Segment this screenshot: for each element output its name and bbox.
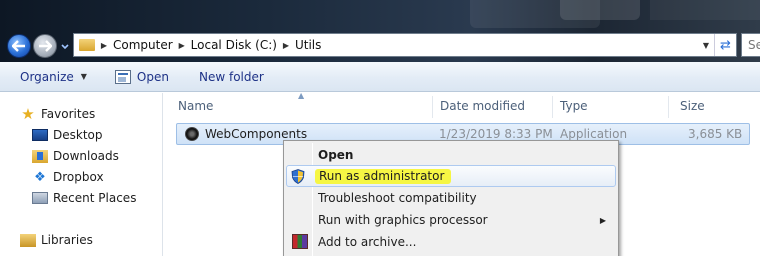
- star-icon: ★: [21, 105, 35, 123]
- file-name-cell[interactable]: WebComponents: [185, 127, 307, 141]
- new-folder-button[interactable]: New folder: [191, 66, 272, 88]
- file-date-modified: 1/23/2019 8:33 PM: [439, 127, 553, 141]
- background-window-glass: [650, 0, 760, 20]
- menu-item-run-with-graphics-processor[interactable]: Run with graphics processor ▶: [286, 209, 616, 231]
- open-button[interactable]: Open: [107, 66, 177, 88]
- refresh-button[interactable]: ⇄: [714, 34, 736, 56]
- menu-item-label: Add to archive...: [318, 235, 417, 249]
- column-header-label: Size: [680, 99, 705, 113]
- open-label: Open: [136, 69, 169, 84]
- background-window-glass: [560, 0, 640, 20]
- folder-icon: [79, 39, 95, 51]
- winrar-icon: [292, 234, 308, 249]
- dropbox-icon: ❖: [34, 169, 46, 185]
- refresh-icon: ⇄: [720, 37, 731, 53]
- nav-item-recent-places[interactable]: Recent Places: [32, 189, 136, 207]
- submenu-arrow-icon: ▶: [599, 215, 606, 225]
- file-type: Application: [560, 127, 628, 141]
- chevron-right-icon[interactable]: ▶: [277, 41, 295, 50]
- nav-item-label: Downloads: [53, 149, 119, 163]
- application-icon: [185, 127, 199, 141]
- nav-item-downloads[interactable]: Downloads: [32, 147, 119, 165]
- menu-item-label: Open: [318, 148, 354, 162]
- nav-favorites[interactable]: ★ Favorites: [20, 105, 95, 123]
- nav-item-dropbox[interactable]: ❖ Dropbox: [32, 168, 104, 186]
- uac-shield-icon: [291, 169, 305, 184]
- recent-places-icon: [32, 192, 48, 204]
- nav-libraries[interactable]: Libraries: [20, 231, 93, 249]
- context-menu: Open Run as administrator Troubleshoot c…: [283, 140, 619, 256]
- desktop-icon: [32, 129, 48, 141]
- file-size: 3,685 KB: [688, 127, 743, 141]
- open-program-icon: [114, 69, 131, 84]
- column-header-label: Date modified: [440, 99, 526, 113]
- menu-item-run-as-administrator[interactable]: Run as administrator: [286, 165, 616, 187]
- menu-item-add-to-archive[interactable]: Add to archive...: [286, 231, 616, 253]
- sort-ascending-icon: ▲: [298, 91, 305, 100]
- new-folder-label: New folder: [198, 69, 264, 84]
- recent-pages-dropdown[interactable]: [60, 40, 70, 52]
- file-name: WebComponents: [205, 127, 308, 141]
- downloads-icon: [32, 149, 48, 163]
- menu-item-troubleshoot-compatibility[interactable]: Troubleshoot compatibility: [286, 187, 616, 209]
- address-bar[interactable]: ▶ Computer ▶ Local Disk (C:) ▶ Utils ▼ ⇄: [73, 33, 737, 57]
- title-bar: ▶ Computer ▶ Local Disk (C:) ▶ Utils ▼ ⇄…: [0, 0, 760, 62]
- nav-item-label: Dropbox: [53, 170, 104, 184]
- address-history-dropdown[interactable]: ▼: [698, 41, 714, 50]
- organize-button[interactable]: Organize ▼: [12, 66, 95, 88]
- column-header-size[interactable]: Size: [666, 93, 756, 119]
- column-header-type[interactable]: Type: [546, 93, 664, 119]
- chevron-right-icon[interactable]: ▶: [173, 41, 191, 50]
- nav-favorites-label: Favorites: [41, 107, 96, 121]
- chevron-down-icon: ▼: [80, 72, 87, 81]
- menu-item-open[interactable]: Open: [286, 144, 616, 166]
- menu-item-label: Run with graphics processor: [318, 213, 488, 227]
- search-input[interactable]: Se: [741, 33, 760, 57]
- column-header-date-modified[interactable]: Date modified: [426, 93, 544, 119]
- nav-item-desktop[interactable]: Desktop: [32, 126, 103, 144]
- back-button[interactable]: [7, 34, 31, 58]
- column-header-label: Type: [560, 99, 588, 113]
- column-header-name[interactable]: ▲ Name: [164, 91, 426, 119]
- menu-item-label: Troubleshoot compatibility: [318, 191, 477, 205]
- nav-item-label: Desktop: [53, 128, 103, 142]
- libraries-icon: [20, 233, 36, 247]
- nav-item-label: Recent Places: [53, 191, 137, 205]
- breadcrumb-utils[interactable]: Utils: [295, 38, 321, 52]
- arrow-left-icon: [12, 40, 25, 52]
- chevron-down-icon: [61, 44, 69, 50]
- nav-libraries-label: Libraries: [41, 233, 93, 247]
- navigation-pane: ★ Favorites Desktop Downloads ❖ Dropbox …: [0, 93, 163, 256]
- breadcrumb-computer[interactable]: Computer: [113, 38, 173, 52]
- breadcrumb-local-disk[interactable]: Local Disk (C:): [191, 38, 277, 52]
- menu-item-label: Run as administrator: [319, 169, 445, 183]
- command-bar: Organize ▼ Open New folder: [0, 62, 760, 92]
- arrow-right-icon: [39, 40, 52, 52]
- organize-label: Organize: [20, 69, 74, 84]
- column-header-label: Name: [178, 99, 214, 113]
- forward-button[interactable]: [33, 34, 57, 58]
- chevron-right-icon[interactable]: ▶: [95, 41, 113, 50]
- breadcrumb: ▶ Computer ▶ Local Disk (C:) ▶ Utils: [95, 38, 321, 52]
